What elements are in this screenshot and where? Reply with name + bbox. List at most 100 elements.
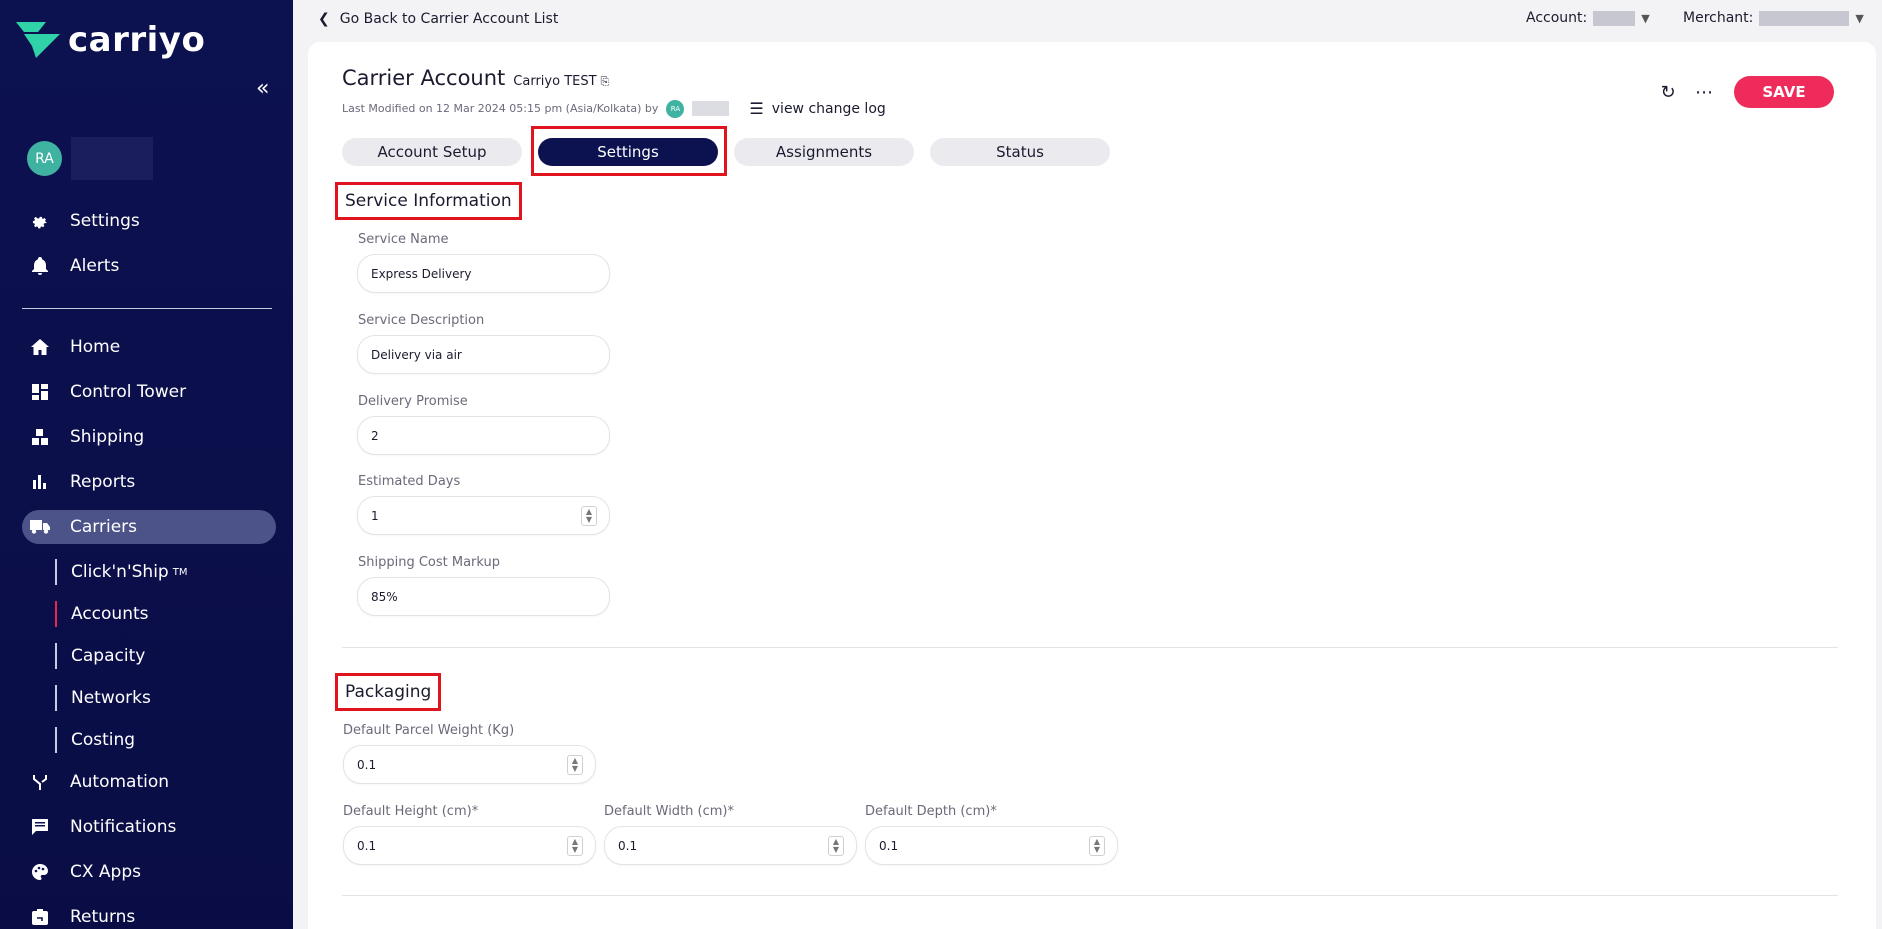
sidebar-item-settings[interactable]: Settings: [22, 204, 276, 238]
account-selector[interactable]: Account: ▼: [1526, 10, 1650, 26]
account-label: Account:: [1526, 10, 1588, 26]
user-profile[interactable]: RA: [27, 137, 153, 180]
number-stepper[interactable]: ▲ ▼: [1089, 836, 1105, 856]
home-icon: [29, 336, 51, 358]
sidebar-item-carriers[interactable]: Carriers: [22, 510, 276, 544]
number-stepper[interactable]: ▲ ▼: [567, 755, 583, 775]
avatar: RA: [27, 141, 62, 176]
view-change-log-link[interactable]: ☰ view change log: [749, 99, 885, 118]
tab-account-setup[interactable]: Account Setup: [342, 138, 522, 166]
default-width-input[interactable]: 0.1 ▲ ▼: [604, 826, 857, 865]
default-parcel-weight-input[interactable]: 0.1 ▲ ▼: [343, 745, 596, 784]
service-description-label: Service Description: [358, 313, 485, 328]
tab-settings[interactable]: Settings: [538, 138, 718, 166]
sidebar-item-shipping[interactable]: Shipping: [22, 420, 276, 454]
shipping-cost-markup-input[interactable]: 85%: [357, 577, 610, 616]
sidebar-item-label: Carriers: [70, 517, 137, 537]
bell-icon: [29, 255, 51, 277]
trademark-label: TM: [172, 566, 188, 578]
default-depth-input[interactable]: 0.1 ▲ ▼: [865, 826, 1118, 865]
sidebar-item-label: Automation: [70, 772, 170, 792]
save-button[interactable]: SAVE: [1734, 76, 1834, 108]
sidebar-item-label: CX Apps: [70, 862, 141, 882]
sidebar-item-label: Notifications: [70, 817, 177, 837]
default-height-input[interactable]: 0.1 ▲ ▼: [343, 826, 596, 865]
collapse-sidebar-icon[interactable]: «: [256, 76, 269, 101]
account-name: Carriyo TEST: [513, 74, 597, 89]
sidebar-item-cx-apps[interactable]: CX Apps: [22, 855, 276, 889]
service-name-value: Express Delivery: [371, 266, 472, 281]
sidebar-subitem-label: Click'n'Ship: [71, 562, 169, 582]
more-options-icon[interactable]: ⋯: [1690, 78, 1718, 106]
estimated-days-label: Estimated Days: [358, 474, 461, 489]
shipping-cost-markup-label: Shipping Cost Markup: [358, 555, 501, 570]
sidebar-item-label: Returns: [70, 907, 136, 927]
chevron-down-icon: ▼: [1641, 11, 1650, 25]
sidebar-subitem-label: Accounts: [71, 604, 149, 624]
number-stepper[interactable]: ▲ ▼: [828, 836, 844, 856]
sidebar-item-label: Shipping: [70, 427, 145, 447]
boxes-icon: [29, 426, 51, 448]
service-description-value: Delivery via air: [371, 347, 462, 362]
header-actions: ↻ ⋯ SAVE: [1646, 76, 1834, 108]
sidebar-subitem-costing[interactable]: Costing: [55, 727, 135, 753]
modifier-avatar: RA: [666, 99, 685, 118]
copy-icon[interactable]: ⎘: [601, 75, 610, 89]
sidebar-item-alerts[interactable]: Alerts: [22, 249, 276, 283]
service-name-label: Service Name: [358, 232, 449, 247]
sidebar-subitem-label: Capacity: [71, 646, 146, 666]
default-height-label: Default Height (cm)*: [343, 804, 479, 819]
sidebar-item-home[interactable]: Home: [22, 330, 276, 364]
carriyo-logo[interactable]: carriyo: [16, 20, 205, 60]
back-to-carrier-list-link[interactable]: ❮ Go Back to Carrier Account List: [318, 11, 558, 27]
fork-icon: [29, 771, 51, 793]
packaging-title: Packaging: [335, 673, 442, 711]
chevron-left-icon: ❮: [318, 11, 330, 27]
default-parcel-weight-value: 0.1: [357, 757, 377, 772]
sidebar-subitem-networks[interactable]: Networks: [55, 685, 151, 711]
bar-chart-icon: [29, 471, 51, 493]
sidebar-divider: [22, 308, 272, 309]
sidebar-subitem-accounts[interactable]: Accounts: [55, 601, 149, 627]
tab-assignments[interactable]: Assignments: [734, 138, 914, 166]
carriyo-logo-icon: [16, 22, 60, 58]
last-modified-text: Last Modified on 12 Mar 2024 05:15 pm (A…: [342, 102, 659, 115]
tab-bar: Account Setup Settings Assignments Statu…: [342, 138, 1126, 166]
carrier-account-card: Carrier Account Carriyo TEST ⎘ Last Modi…: [308, 42, 1876, 929]
sidebar-item-control-tower[interactable]: Control Tower: [22, 375, 276, 409]
sidebar-subitem-label: Networks: [71, 688, 151, 708]
sidebar-item-label: Control Tower: [70, 382, 187, 402]
sidebar-item-label: Alerts: [70, 256, 120, 276]
number-stepper[interactable]: ▲ ▼: [567, 836, 583, 856]
page-header: Carrier Account Carriyo TEST ⎘: [342, 66, 609, 90]
tab-status[interactable]: Status: [930, 138, 1110, 166]
change-log-label: view change log: [771, 100, 886, 117]
page-title: Carrier Account: [342, 66, 506, 90]
palette-icon: [29, 861, 51, 883]
sidebar-subitem-clicknship[interactable]: Click'n'Ship TM: [55, 559, 187, 585]
sidebar-item-reports[interactable]: Reports: [22, 465, 276, 499]
sidebar-item-returns[interactable]: Returns: [22, 900, 276, 929]
delivery-promise-input[interactable]: 2: [357, 416, 610, 455]
sidebar-subitem-capacity[interactable]: Capacity: [55, 643, 145, 669]
service-description-input[interactable]: Delivery via air: [357, 335, 610, 374]
truck-icon: [29, 516, 51, 538]
service-name-input[interactable]: Express Delivery: [357, 254, 610, 293]
estimated-days-value: 1: [371, 508, 379, 523]
section-divider: [342, 647, 1838, 648]
message-icon: [29, 816, 51, 838]
merchant-selector[interactable]: Merchant: ▼: [1683, 10, 1864, 26]
shipping-cost-markup-value: 85%: [371, 589, 398, 604]
user-name-redacted: [71, 137, 153, 180]
account-value-redacted: [1593, 10, 1636, 26]
estimated-days-input[interactable]: 1 ▲ ▼: [357, 496, 610, 535]
logo-text: carriyo: [68, 20, 206, 60]
number-stepper[interactable]: ▲ ▼: [581, 506, 597, 526]
default-width-value: 0.1: [618, 838, 638, 853]
refresh-icon[interactable]: ↻: [1654, 78, 1682, 106]
sidebar-item-notifications[interactable]: Notifications: [22, 810, 276, 844]
delivery-promise-value: 2: [371, 428, 379, 443]
sidebar-item-automation[interactable]: Automation: [22, 765, 276, 799]
default-width-label: Default Width (cm)*: [604, 804, 734, 819]
default-depth-label: Default Depth (cm)*: [865, 804, 997, 819]
